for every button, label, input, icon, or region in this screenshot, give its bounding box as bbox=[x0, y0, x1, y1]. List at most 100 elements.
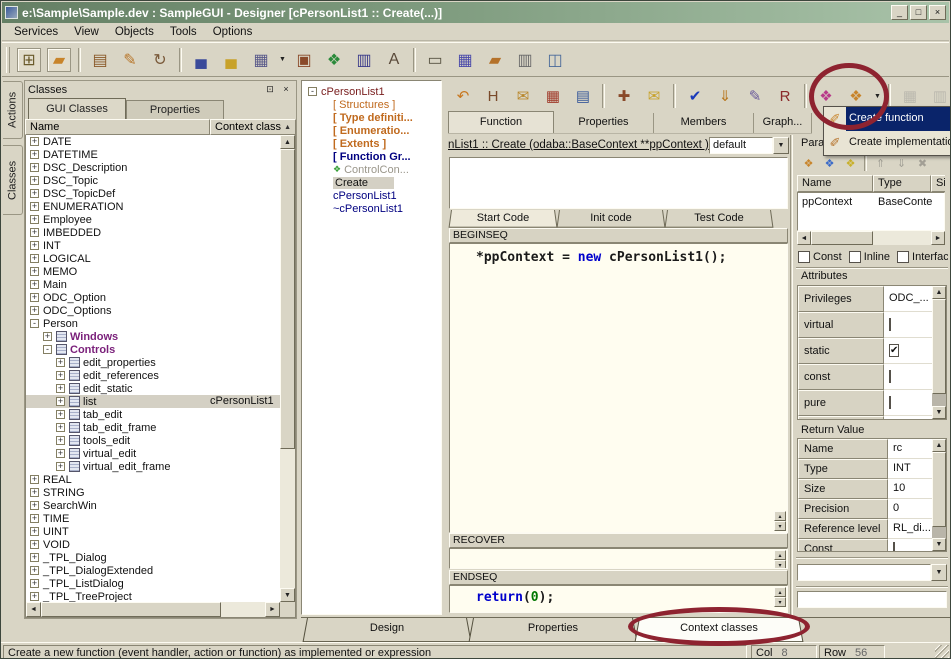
server-icon[interactable]: ▥ bbox=[513, 48, 537, 72]
copy-parameter-icon[interactable]: ❖ bbox=[842, 155, 859, 172]
tab-properties[interactable]: Properties bbox=[473, 618, 633, 641]
property-row-size[interactable]: Size10 bbox=[798, 479, 946, 499]
tree-item-date[interactable]: +DATE bbox=[26, 135, 280, 148]
object-tree-item-cpersonlist1[interactable]: -cPersonList1 bbox=[304, 85, 441, 98]
tree-item-memo[interactable]: +MEMO bbox=[26, 265, 280, 278]
expand-toggle-icon[interactable]: + bbox=[30, 280, 39, 289]
printer-yellow-icon[interactable]: ▄ bbox=[219, 48, 243, 72]
property-row-privileges[interactable]: PrivilegesODC_... bbox=[798, 286, 946, 312]
tree-item-tpl-listdialog[interactable]: +_TPL_ListDialog bbox=[26, 577, 280, 590]
refresh-icon[interactable]: ↻ bbox=[148, 48, 172, 72]
tree-item-tpl-treeproject[interactable]: +_TPL_TreeProject bbox=[26, 590, 280, 602]
property-row-precision[interactable]: Precision0 bbox=[798, 499, 946, 519]
property-row-reference-level[interactable]: Reference levelRL_di... bbox=[798, 519, 946, 539]
tree-item-string[interactable]: +STRING bbox=[26, 486, 280, 499]
object-tree-item-cpersonlist1[interactable]: cPersonList1 bbox=[304, 189, 441, 202]
undo-icon[interactable]: ↶ bbox=[451, 84, 475, 108]
expand-toggle-icon[interactable]: + bbox=[30, 163, 39, 172]
expand-toggle-icon[interactable]: + bbox=[30, 488, 39, 497]
expand-toggle-icon[interactable]: + bbox=[43, 332, 52, 341]
scroll-up-icon[interactable]: ▴ bbox=[774, 550, 786, 560]
scroll-up-icon[interactable]: ▴ bbox=[774, 587, 786, 597]
expand-toggle-icon[interactable]: + bbox=[30, 293, 39, 302]
checkbox-const[interactable] bbox=[798, 251, 810, 263]
sidebar-tab-actions[interactable]: Actions bbox=[3, 81, 23, 139]
object-tree-item-cpersonlist1[interactable]: ~cPersonList1 bbox=[304, 202, 441, 215]
edit-document-icon[interactable]: ✎ bbox=[743, 84, 767, 108]
editor-scroll[interactable]: ▴ ▾ bbox=[774, 511, 786, 531]
scroll-down-icon[interactable]: ▼ bbox=[932, 406, 946, 419]
tree-item-imbedded[interactable]: +IMBEDDED bbox=[26, 226, 280, 239]
property-row-const[interactable]: Const bbox=[798, 539, 946, 552]
tab-graph[interactable]: Graph... bbox=[754, 113, 812, 133]
insert-parameter-icon[interactable]: ❖ bbox=[821, 155, 838, 172]
property-row-pure[interactable]: pure bbox=[798, 390, 946, 416]
class-hierarchy-icon[interactable]: ⊞ bbox=[17, 48, 41, 72]
start-code-editor[interactable]: *ppContext = new cPersonList1(); ▴ ▾ bbox=[449, 243, 788, 533]
sort-ascending-icon[interactable]: ▲ bbox=[284, 124, 291, 131]
tree-item-employee[interactable]: +Employee bbox=[26, 213, 280, 226]
grid-window-icon[interactable]: ▦ bbox=[453, 48, 477, 72]
menu-item-create-implementation[interactable]: ✐Create implementation bbox=[824, 131, 951, 155]
flag-const[interactable]: Const bbox=[798, 251, 842, 263]
implementation-combobox[interactable]: default ▼ bbox=[709, 137, 789, 154]
property-row-name[interactable]: Namerc bbox=[798, 439, 946, 459]
tree-item-tpl-dialogextended[interactable]: +_TPL_DialogExtended bbox=[26, 564, 280, 577]
report-icon[interactable]: ▥ bbox=[352, 48, 376, 72]
expand-toggle-icon[interactable]: + bbox=[56, 358, 65, 367]
tree-item-tab-edit[interactable]: +tab_edit bbox=[26, 408, 280, 421]
resize-grip[interactable] bbox=[935, 645, 949, 659]
printer-blue-icon[interactable]: ▄ bbox=[189, 48, 213, 72]
property-row-empty[interactable] bbox=[798, 416, 946, 420]
expand-toggle-icon[interactable]: + bbox=[30, 137, 39, 146]
tree-item-tab-edit-frame[interactable]: +tab_edit_frame bbox=[26, 421, 280, 434]
scroll-up-icon[interactable]: ▲ bbox=[932, 439, 946, 452]
tab-members[interactable]: Members bbox=[654, 113, 754, 133]
tree-item-odc-option[interactable]: +ODC_Option bbox=[26, 291, 280, 304]
tab-design[interactable]: Design bbox=[307, 618, 467, 641]
scroll-right-icon[interactable]: ► bbox=[931, 231, 945, 245]
tree-item-virtual-edit[interactable]: +virtual_edit bbox=[26, 447, 280, 460]
tree-item-person[interactable]: -Person bbox=[26, 317, 280, 330]
object-tree-item-create[interactable]: Create bbox=[304, 176, 441, 189]
expand-toggle-icon[interactable]: + bbox=[30, 553, 39, 562]
scroll-up-icon[interactable]: ▲ bbox=[932, 286, 946, 299]
extra-combobox[interactable]: ▼ bbox=[797, 564, 947, 581]
vertical-scrollbar[interactable]: ▲ ▼ bbox=[932, 286, 946, 419]
horizontal-scrollbar[interactable]: ◄ ► bbox=[797, 231, 945, 245]
checkbox-const[interactable] bbox=[889, 370, 891, 383]
expand-toggle-icon[interactable]: + bbox=[30, 514, 39, 523]
editor-scroll[interactable]: ▴ ▾ bbox=[774, 587, 786, 607]
column-header-type[interactable]: Type bbox=[873, 175, 931, 192]
scroll-down-icon[interactable]: ▾ bbox=[774, 597, 786, 607]
sidebar-tab-classes[interactable]: Classes bbox=[3, 145, 23, 215]
maximize-button[interactable]: □ bbox=[910, 5, 927, 20]
object-tree-item-controlcon[interactable]: ❖ControlCon... bbox=[304, 163, 441, 176]
expand-toggle-icon[interactable]: - bbox=[308, 87, 317, 96]
scrollbar-thumb[interactable] bbox=[932, 452, 946, 527]
tab-context-classes[interactable]: Context classes bbox=[639, 618, 799, 641]
combobox-value[interactable]: default bbox=[709, 137, 773, 154]
scroll-left-icon[interactable]: ◄ bbox=[26, 602, 41, 617]
scrollbar-thumb[interactable] bbox=[41, 602, 221, 617]
expand-toggle-icon[interactable]: + bbox=[56, 410, 65, 419]
parameter-row[interactable]: ppContextBaseContext bbox=[798, 193, 944, 210]
edit-note-icon[interactable]: ✎ bbox=[118, 48, 142, 72]
expand-toggle-icon[interactable]: + bbox=[30, 215, 39, 224]
code-line[interactable]: return(0); bbox=[450, 586, 787, 605]
property-row-static[interactable]: static✔ bbox=[798, 338, 946, 364]
tab-function[interactable]: Function bbox=[448, 111, 554, 133]
checkbox-inline[interactable] bbox=[849, 251, 861, 263]
scrollbar-thumb[interactable] bbox=[280, 149, 295, 449]
expand-toggle-icon[interactable]: + bbox=[30, 267, 39, 276]
minimize-button[interactable]: _ bbox=[891, 5, 908, 20]
ribbon-icon[interactable]: ❖ bbox=[322, 48, 346, 72]
scroll-right-icon[interactable]: ► bbox=[265, 602, 280, 617]
tree-item-odc-options[interactable]: +ODC_Options bbox=[26, 304, 280, 317]
expand-toggle-icon[interactable]: + bbox=[30, 592, 39, 601]
scroll-left-icon[interactable]: ◄ bbox=[797, 231, 811, 245]
tab-properties[interactable]: Properties bbox=[554, 113, 654, 133]
manual-icon[interactable]: ▰ bbox=[483, 48, 507, 72]
scroll-down-icon[interactable]: ▼ bbox=[932, 538, 946, 551]
expand-toggle-icon[interactable]: + bbox=[30, 566, 39, 575]
